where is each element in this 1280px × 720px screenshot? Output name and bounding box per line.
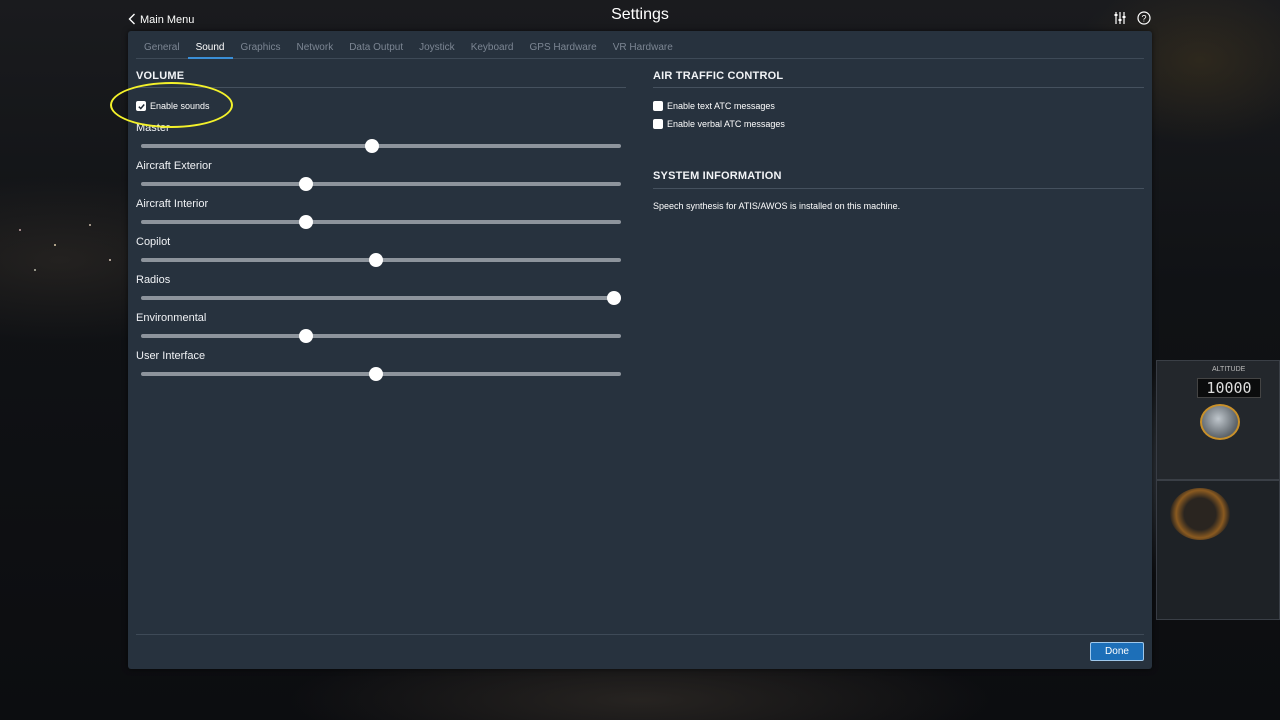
aircraft-interior-volume-slider[interactable] [141,215,621,229]
tab-general[interactable]: General [136,31,188,59]
annotation-highlight-ellipse [110,82,233,128]
environmental-volume-label: Environmental [136,312,207,324]
tab-sound[interactable]: Sound [187,31,233,59]
help-icon[interactable]: ? [1136,10,1152,26]
environmental-volume-slider[interactable] [141,329,621,343]
tab-keyboard[interactable]: Keyboard [463,31,522,59]
text-atc-label: Enable text ATC messages [667,101,775,111]
background-orange-dial [1170,488,1230,540]
aircraft-interior-volume-label: Aircraft Interior [136,198,209,210]
speech-synthesis-info: Speech synthesis for ATIS/AWOS is instal… [653,201,901,211]
system-info-section-divider [653,188,1144,189]
text-atc-checkbox[interactable] [653,101,663,111]
footer-divider [136,634,1144,635]
system-info-section-title: SYSTEM INFORMATION [653,170,782,182]
aircraft-exterior-volume-slider-handle[interactable] [299,177,314,191]
text-atc-checkbox-row[interactable]: Enable text ATC messages [653,101,775,111]
atc-section-title: AIR TRAFFIC CONTROL [653,70,784,82]
tab-data-output[interactable]: Data Output [341,31,411,59]
svg-text:?: ? [1141,14,1146,24]
sliders-settings-icon[interactable] [1112,10,1128,26]
aircraft-exterior-volume-slider[interactable] [141,177,621,191]
master-volume-slider-handle[interactable] [364,139,379,153]
master-volume-slider[interactable] [141,139,621,153]
tab-joystick[interactable]: Joystick [411,31,463,59]
verbal-atc-checkbox[interactable] [653,119,663,129]
done-button[interactable]: Done [1090,642,1144,661]
aircraft-interior-volume-slider-handle[interactable] [299,215,314,229]
radios-volume-label: Radios [136,274,171,286]
environmental-volume-slider-handle[interactable] [299,329,314,343]
tab-network[interactable]: Network [289,31,342,59]
tab-vr-hardware[interactable]: VR Hardware [605,31,681,59]
radios-volume-slider-handle[interactable] [607,291,621,305]
copilot-volume-slider[interactable] [141,253,621,267]
tab-gps-hardware[interactable]: GPS Hardware [522,31,605,59]
user-interface-volume-label: User Interface [136,350,206,362]
settings-window: General Sound Graphics Network Data Outp… [128,31,1152,669]
background-altitude-readout: 10000 [1197,378,1261,398]
verbal-atc-checkbox-row[interactable]: Enable verbal ATC messages [653,119,785,129]
verbal-atc-label: Enable verbal ATC messages [667,119,785,129]
tab-graphics[interactable]: Graphics [233,31,289,59]
settings-tabs: General Sound Graphics Network Data Outp… [136,31,1144,59]
user-interface-volume-slider-handle[interactable] [369,367,384,381]
copilot-volume-slider-handle[interactable] [369,253,384,267]
copilot-volume-label: Copilot [136,236,171,248]
background-city-lights [0,200,130,290]
atc-section-divider [653,87,1144,88]
background-altitude-knob [1200,404,1240,440]
aircraft-exterior-volume-label: Aircraft Exterior [136,160,212,172]
page-title: Settings [611,6,669,23]
volume-section-title: VOLUME [136,70,185,82]
radios-volume-slider[interactable] [141,291,621,305]
user-interface-volume-slider[interactable] [141,367,621,381]
background-altitude-label: ALTITUDE [1212,366,1246,373]
